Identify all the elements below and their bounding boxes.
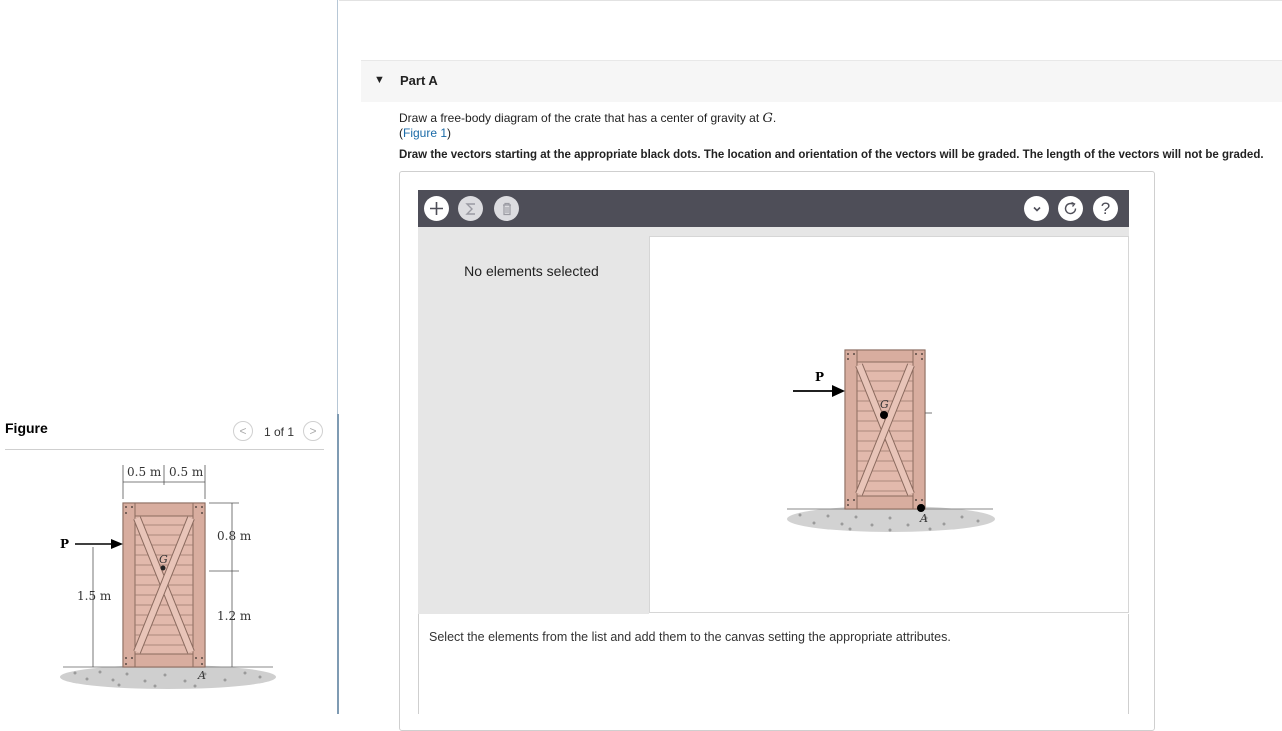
point-a-label: A (197, 669, 206, 682)
top-border (339, 0, 1282, 1)
previous-figure-button[interactable]: < (233, 421, 253, 441)
canvas-crate (844, 349, 926, 510)
figure-divider (5, 449, 324, 450)
figure-link-close: ) (447, 126, 452, 140)
delete-button[interactable] (494, 196, 519, 221)
part-title: Part A (400, 73, 438, 88)
canvas-cg-label: G (880, 398, 889, 411)
plus-icon (430, 202, 443, 215)
chevron-left-icon: < (239, 424, 247, 438)
dimension-force-height: 1.5 m (77, 589, 112, 603)
drawing-toolbar: ? (418, 190, 1129, 227)
force-arrow-icon (111, 539, 123, 549)
figure-link[interactable]: Figure 1 (403, 126, 447, 140)
reset-icon (1064, 201, 1077, 215)
canvas-point-a-label: A (919, 512, 928, 525)
canvas-top-gap (645, 227, 1129, 236)
canvas-force-label: P (815, 370, 824, 384)
trash-icon (502, 202, 511, 215)
dimension-width-right: 0.5 m (169, 465, 204, 479)
canvas-force-arrow-icon (832, 385, 845, 397)
question-instruction: Draw a free-body diagram of the crate th… (399, 111, 776, 126)
point-a-anchor-dot[interactable] (917, 504, 925, 512)
tool-footer: Select the elements from the list and ad… (418, 614, 1129, 714)
chevron-down-icon (1032, 206, 1041, 212)
next-figure-button[interactable]: > (303, 421, 323, 441)
crate (122, 502, 206, 668)
ground (60, 665, 276, 689)
instruction-text: Draw a free-body diagram of the crate th… (399, 111, 763, 125)
help-icon: ? (1100, 198, 1111, 218)
figure-image: G A P 0.5 m 0.5 m 0.8 m 1.2 m 1.5 m (60, 465, 276, 689)
cg-anchor-dot[interactable] (880, 411, 888, 419)
instruction-symbol: G (762, 111, 773, 126)
collapse-caret-icon[interactable]: ▼ (374, 74, 385, 86)
no-selection-message: No elements selected (464, 263, 599, 279)
grading-instruction: Draw the vectors starting at the appropr… (399, 149, 1264, 161)
dimension-width-left: 0.5 m (127, 465, 162, 479)
dimension-height-lower: 1.2 m (217, 609, 252, 623)
drawing-canvas[interactable]: G A P (649, 236, 1129, 613)
figure-heading: Figure (5, 420, 48, 436)
figure-reference: (Figure 1) (399, 126, 451, 140)
cg-label: G (159, 553, 168, 566)
element-properties-panel: No elements selected (418, 227, 645, 614)
reset-button[interactable] (1058, 196, 1083, 221)
force-label: P (60, 537, 69, 551)
dimension-height-upper: 0.8 m (217, 529, 252, 543)
instruction-suffix: . (772, 111, 777, 125)
figure-counter: 1 of 1 (264, 425, 295, 439)
help-button[interactable]: ? (1093, 196, 1118, 221)
add-vector-button[interactable] (424, 196, 449, 221)
center-of-gravity-dot (160, 565, 166, 571)
sigma-button[interactable] (458, 196, 483, 221)
pane-resize-handle[interactable] (337, 414, 339, 714)
tool-hint: Select the elements from the list and ad… (429, 630, 951, 644)
part-a-header[interactable]: ▼ Part A (361, 60, 1282, 102)
chevron-right-icon: > (309, 424, 317, 438)
options-dropdown-button[interactable] (1024, 196, 1049, 221)
sigma-icon (464, 202, 475, 215)
canvas-drawing: G A P (787, 349, 995, 532)
